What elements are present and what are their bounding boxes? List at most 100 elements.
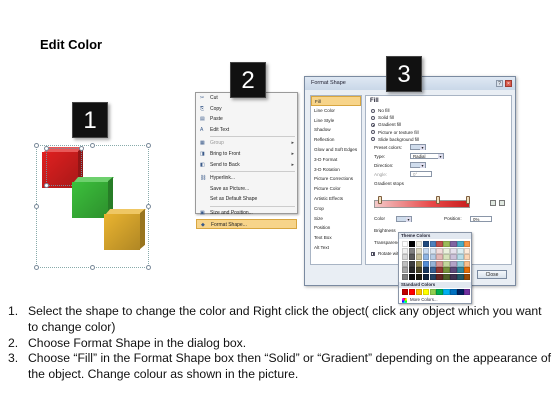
- color-swatch[interactable]: [402, 254, 409, 260]
- type-dropdown[interactable]: Radial ▾: [410, 153, 444, 160]
- color-swatch[interactable]: [408, 289, 416, 295]
- close-window-button[interactable]: ×: [505, 80, 512, 87]
- color-swatch[interactable]: [422, 247, 430, 254]
- angle-input[interactable]: 0°: [410, 171, 432, 178]
- nav-item[interactable]: 3-D Rotation: [311, 165, 361, 175]
- remove-stop-icon[interactable]: [499, 200, 505, 206]
- color-swatch[interactable]: [429, 260, 436, 267]
- menu-item[interactable]: Set as Default Shape: [196, 194, 297, 205]
- resize-handle[interactable]: [44, 146, 49, 151]
- color-swatch[interactable]: [402, 273, 409, 280]
- radio-button[interactable]: [371, 108, 375, 113]
- color-swatch[interactable]: [415, 247, 423, 254]
- color-swatch[interactable]: [464, 267, 471, 273]
- resize-handle[interactable]: [146, 204, 151, 209]
- radio-button[interactable]: [371, 137, 375, 142]
- color-swatch[interactable]: [429, 289, 436, 295]
- fill-option[interactable]: Slide background fill: [370, 136, 507, 143]
- cube-green[interactable]: [72, 176, 115, 218]
- direction-dropdown[interactable]: ▾: [410, 162, 426, 169]
- color-swatch[interactable]: [457, 254, 464, 260]
- color-swatch[interactable]: [443, 260, 450, 267]
- nav-item[interactable]: Size: [311, 214, 361, 224]
- color-swatch[interactable]: [450, 273, 457, 280]
- fill-option[interactable]: Gradient fill: [370, 121, 507, 128]
- color-swatch[interactable]: [408, 247, 416, 254]
- add-stop-icon[interactable]: [490, 200, 496, 206]
- menu-item[interactable]: ▦ Group ▸: [196, 138, 297, 149]
- menu-item[interactable]: ▤ Paste: [196, 114, 297, 125]
- menu-item[interactable]: ⛓ Hyperlink...: [196, 173, 297, 184]
- color-swatch[interactable]: [450, 247, 457, 254]
- color-swatch[interactable]: [415, 267, 423, 273]
- color-swatch[interactable]: [422, 273, 430, 280]
- nav-item[interactable]: 3-D Format: [311, 155, 361, 165]
- color-swatch[interactable]: [415, 254, 423, 260]
- color-swatch[interactable]: [436, 260, 443, 267]
- nav-item[interactable]: Alt Text: [311, 243, 361, 253]
- nav-item[interactable]: Line Style: [311, 116, 361, 126]
- color-swatch[interactable]: [408, 267, 416, 273]
- menu-item[interactable]: Save as Picture...: [196, 184, 297, 195]
- color-swatch[interactable]: [457, 247, 464, 254]
- more-colors-button[interactable]: More Colors...: [402, 297, 438, 303]
- menu-item[interactable]: ⎘ Copy: [196, 104, 297, 115]
- color-swatch[interactable]: [422, 267, 430, 273]
- color-swatch[interactable]: [415, 289, 423, 295]
- color-swatch[interactable]: [429, 267, 436, 273]
- color-swatch[interactable]: [422, 241, 430, 247]
- resize-handle[interactable]: [44, 183, 49, 188]
- help-button[interactable]: ?: [496, 80, 503, 87]
- menu-item[interactable]: ◨ Bring to Front ▸: [196, 149, 297, 160]
- color-swatch[interactable]: [436, 241, 443, 247]
- color-swatch[interactable]: [450, 241, 457, 247]
- nav-item[interactable]: Picture Color: [311, 184, 361, 194]
- radio-button[interactable]: [371, 130, 375, 135]
- color-dropdown[interactable]: ▾: [396, 215, 412, 222]
- menu-item[interactable]: A Edit Text: [196, 125, 297, 136]
- color-swatch[interactable]: [408, 273, 416, 280]
- gradient-stop[interactable]: [378, 196, 382, 204]
- resize-handle[interactable]: [90, 265, 95, 270]
- cube-yellow[interactable]: [104, 208, 147, 250]
- color-swatch[interactable]: [450, 260, 457, 267]
- color-swatch[interactable]: [450, 267, 457, 273]
- close-button[interactable]: Close: [477, 270, 507, 279]
- color-swatch[interactable]: [436, 254, 443, 260]
- gradient-stop[interactable]: [466, 196, 470, 204]
- resize-handle[interactable]: [34, 265, 39, 270]
- color-swatch[interactable]: [443, 241, 450, 247]
- radio-button[interactable]: [371, 115, 375, 120]
- color-swatch[interactable]: [450, 289, 457, 295]
- color-swatch[interactable]: [457, 260, 464, 267]
- color-swatch[interactable]: [457, 267, 464, 273]
- color-swatch[interactable]: [422, 289, 430, 295]
- color-swatch[interactable]: [443, 267, 450, 273]
- resize-handle[interactable]: [90, 143, 95, 148]
- menu-item[interactable]: ▣ Size and Position...: [196, 208, 297, 219]
- nav-item[interactable]: Fill: [311, 96, 361, 106]
- color-swatch[interactable]: [402, 241, 409, 247]
- color-swatch[interactable]: [402, 260, 409, 267]
- nav-item[interactable]: Line Color: [311, 106, 361, 116]
- color-swatch[interactable]: [464, 289, 471, 295]
- color-swatch[interactable]: [436, 267, 443, 273]
- fill-option[interactable]: No fill: [370, 107, 507, 114]
- nav-item[interactable]: Text Box: [311, 233, 361, 243]
- color-swatch[interactable]: [436, 247, 443, 254]
- nav-item[interactable]: Position: [311, 223, 361, 233]
- menu-item[interactable]: ◧ Send to Back ▸: [196, 160, 297, 171]
- nav-item[interactable]: Reflection: [311, 135, 361, 145]
- color-swatch[interactable]: [429, 254, 436, 260]
- color-swatch[interactable]: [443, 247, 450, 254]
- menu-item[interactable]: ◆ Format Shape...: [196, 218, 297, 230]
- position-input[interactable]: 0%: [470, 215, 492, 222]
- color-swatch[interactable]: [408, 260, 416, 267]
- color-swatch[interactable]: [443, 254, 450, 260]
- nav-item[interactable]: Artistic Effects: [311, 194, 361, 204]
- nav-item[interactable]: Shadow: [311, 125, 361, 135]
- color-swatch[interactable]: [402, 289, 409, 295]
- color-swatch[interactable]: [429, 247, 436, 254]
- color-swatch[interactable]: [464, 273, 471, 280]
- color-swatch[interactable]: [408, 241, 416, 247]
